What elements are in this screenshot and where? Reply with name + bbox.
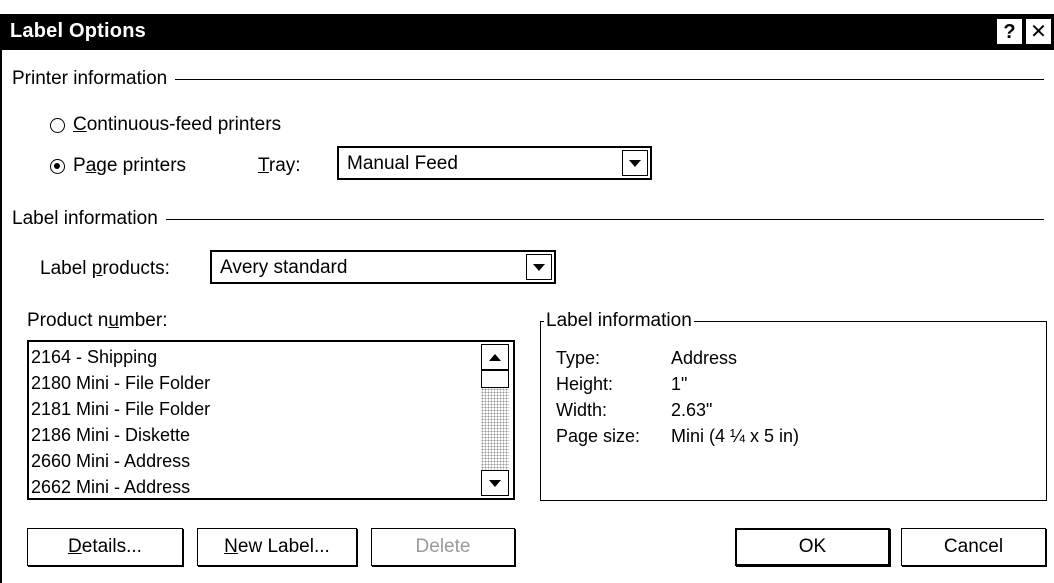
- dialog-title: Label Options: [10, 20, 146, 42]
- label-products-dropdown[interactable]: Avery standard: [210, 250, 556, 284]
- delete-button[interactable]: Delete: [371, 528, 515, 566]
- close-button[interactable]: ✕: [1026, 19, 1051, 44]
- help-icon: ?: [1003, 21, 1016, 43]
- page-printers-label: Page printers: [73, 155, 187, 176]
- new-label-button[interactable]: New Label...: [197, 528, 357, 566]
- page-printers-radio[interactable]: Page printers: [50, 155, 186, 177]
- list-item[interactable]: 2662 Mini - Address: [31, 474, 479, 498]
- scroll-down-button[interactable]: [481, 470, 509, 496]
- ok-button-label: OK: [798, 536, 827, 557]
- caption-fragment: [0, 0, 1054, 14]
- product-number-items: 2164 - Shipping 2180 Mini - File Folder …: [31, 344, 479, 498]
- arrow-down-icon: [489, 479, 501, 487]
- info-key: Height:: [556, 374, 614, 394]
- delete-button-label: Delete: [415, 536, 471, 557]
- info-row-type: Type: Address: [556, 348, 737, 369]
- ok-button[interactable]: OK: [735, 528, 890, 566]
- info-value: Address: [671, 348, 738, 368]
- label-options-dialog: Printer information Continuous-feed prin…: [0, 50, 1054, 583]
- label-info-title: Label information: [12, 208, 166, 230]
- printer-info-divider: [22, 79, 1044, 80]
- cancel-button[interactable]: Cancel: [901, 528, 1046, 566]
- scroll-thumb[interactable]: [481, 370, 509, 388]
- list-item[interactable]: 2186 Mini - Diskette: [31, 422, 479, 448]
- cancel-button-label: Cancel: [943, 536, 1004, 557]
- label-information-legend: Label information: [544, 310, 694, 332]
- product-list-scrollbar[interactable]: [481, 344, 511, 496]
- product-number-list[interactable]: 2164 - Shipping 2180 Mini - File Folder …: [27, 340, 515, 500]
- tray-dropdown-button[interactable]: [622, 150, 648, 176]
- info-value: Mini (4 ¼ x 5 in): [671, 426, 800, 446]
- info-value: 2.63": [671, 400, 713, 420]
- new-label-button-label: New Label...: [224, 536, 330, 557]
- info-row-width: Width: 2.63": [556, 400, 712, 421]
- scroll-up-button[interactable]: [481, 344, 509, 370]
- info-row-page-size: Page size: Mini (4 ¼ x 5 in): [556, 426, 799, 447]
- tray-label: Tray:: [258, 155, 301, 176]
- help-button[interactable]: ?: [997, 19, 1022, 44]
- info-row-height: Height: 1": [556, 374, 687, 395]
- list-item[interactable]: 2180 Mini - File Folder: [31, 370, 479, 396]
- title-bar: Label Options ? ✕: [0, 14, 1054, 50]
- chevron-down-icon: [629, 159, 641, 167]
- label-products-label: Label products:: [40, 258, 170, 279]
- product-number-label: Product number:: [27, 310, 168, 331]
- details-button[interactable]: Details...: [27, 528, 183, 566]
- close-icon: ✕: [1030, 21, 1047, 43]
- label-products-value: Avery standard: [220, 257, 348, 278]
- list-item[interactable]: 2660 Mini - Address: [31, 448, 479, 474]
- info-key: Type:: [556, 348, 601, 368]
- tray-value: Manual Feed: [347, 153, 458, 174]
- chevron-down-icon: [533, 263, 545, 271]
- label-information-box: Label information Type: Address Height: …: [540, 310, 1047, 501]
- info-value: 1": [671, 374, 688, 394]
- list-item[interactable]: 2164 - Shipping: [31, 344, 479, 370]
- list-item[interactable]: 2181 Mini - File Folder: [31, 396, 479, 422]
- label-products-dropdown-button[interactable]: [526, 254, 552, 280]
- tray-dropdown[interactable]: Manual Feed: [337, 146, 652, 180]
- info-key: Page size:: [556, 426, 641, 446]
- continuous-feed-label: Continuous-feed printers: [73, 114, 282, 135]
- page-printers-radio-circle[interactable]: [50, 158, 65, 174]
- details-button-label: Details...: [68, 536, 142, 557]
- label-info-divider: [22, 219, 1044, 220]
- arrow-up-icon: [489, 353, 501, 361]
- printer-info-title: Printer information: [12, 68, 176, 90]
- continuous-feed-radio[interactable]: Continuous-feed printers: [50, 114, 281, 136]
- info-key: Width:: [556, 400, 608, 420]
- continuous-feed-radio-circle[interactable]: [50, 117, 65, 133]
